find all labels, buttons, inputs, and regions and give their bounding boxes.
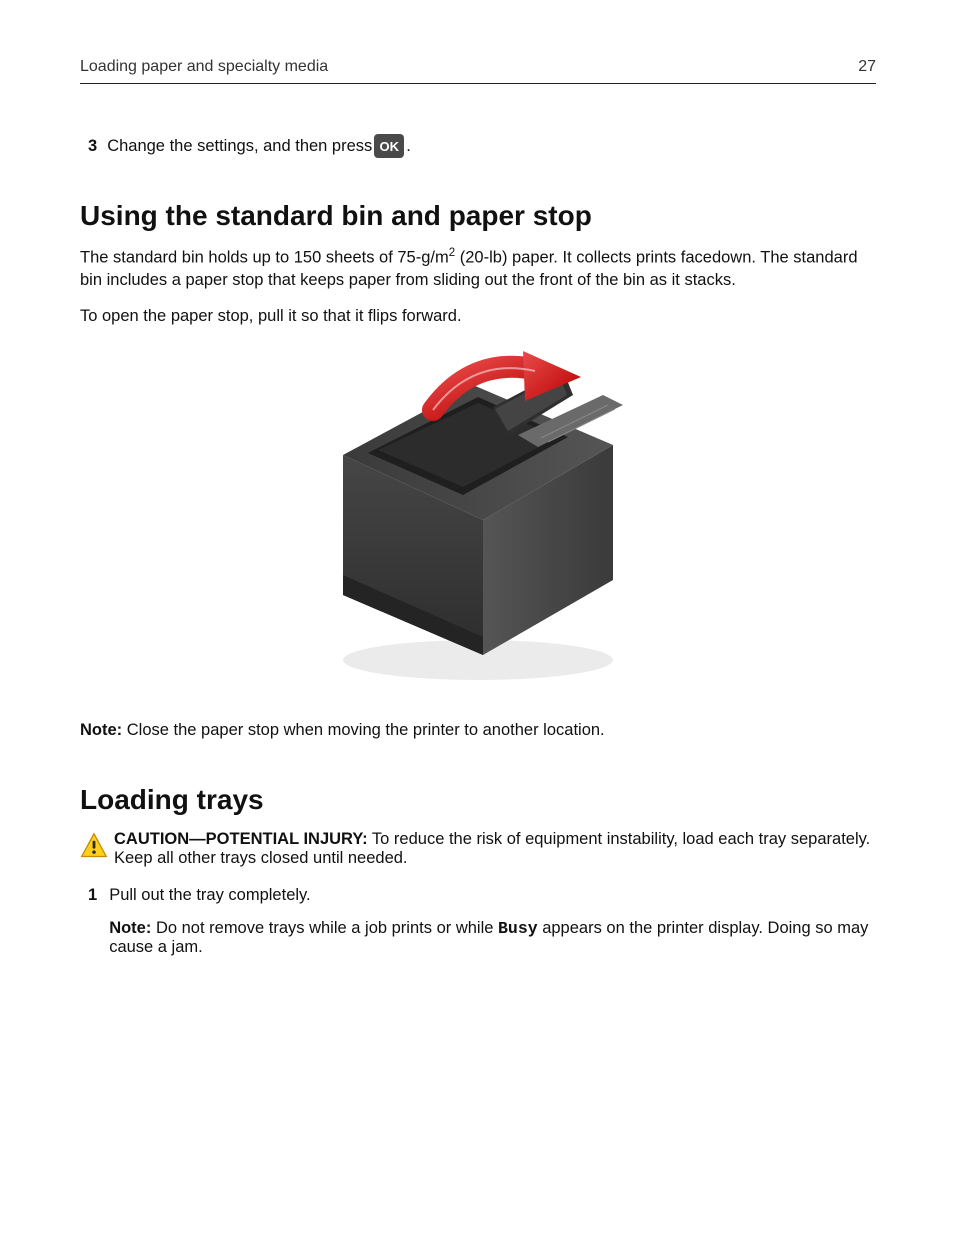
- header-title: Loading paper and specialty media: [80, 58, 328, 76]
- step-3: 3 Change the settings, and then press OK…: [88, 134, 876, 158]
- busy-text: Busy: [498, 919, 538, 938]
- step-number: 3: [88, 137, 97, 156]
- caution-label: CAUTION—POTENTIAL INJURY:: [114, 830, 368, 848]
- header-rule: [80, 83, 876, 84]
- section1-note: Note: Close the paper stop when moving t…: [80, 719, 876, 741]
- caution-text-wrap: CAUTION—POTENTIAL INJURY: To reduce the …: [114, 830, 876, 868]
- step1-note-a: Do not remove trays while a job prints o…: [151, 919, 498, 937]
- ok-button-icon: OK: [374, 134, 404, 158]
- step1-text: Pull out the tray completely.: [109, 886, 876, 905]
- note-label: Note:: [80, 721, 122, 739]
- step1-note: Note: Do not remove trays while a job pr…: [109, 919, 876, 957]
- section1-p1: The standard bin holds up to 150 sheets …: [80, 246, 876, 291]
- p1-a: The standard bin holds up to 150 sheets …: [80, 249, 449, 267]
- step-text-after: .: [406, 137, 411, 156]
- page-number: 27: [858, 58, 876, 76]
- step-1: 1 Pull out the tray completely. Note: Do…: [88, 886, 876, 957]
- section-heading-loading-trays: Loading trays: [80, 784, 876, 816]
- note-text: Close the paper stop when moving the pri…: [122, 721, 604, 739]
- printer-figure: [80, 345, 876, 685]
- section-heading-standard-bin: Using the standard bin and paper stop: [80, 200, 876, 232]
- section1-p2: To open the paper stop, pull it so that …: [80, 305, 876, 327]
- caution-block: CAUTION—POTENTIAL INJURY: To reduce the …: [80, 830, 876, 868]
- step1-note-label: Note:: [109, 919, 151, 937]
- step-text-before: Change the settings, and then press: [107, 137, 372, 156]
- step1-number: 1: [88, 886, 97, 957]
- caution-icon: [80, 832, 108, 860]
